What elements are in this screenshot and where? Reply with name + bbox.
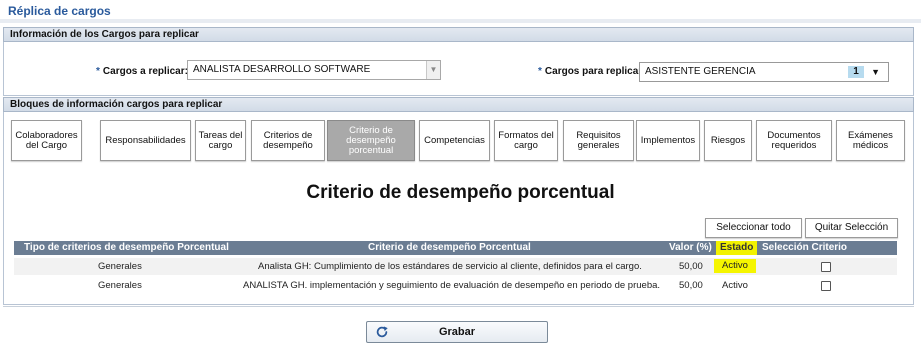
column-header-tipo: Tipo de criterios de desempeño Porcentua… [24, 242, 229, 253]
target-cargo-value: ASISTENTE GERENCIA [645, 66, 756, 77]
target-cargo-label: * Cargos para replicar: [538, 66, 646, 77]
content-heading: Criterio de desempeño porcentual [306, 182, 615, 203]
page-title: Réplica de cargos [8, 4, 111, 18]
required-mark: * [538, 66, 542, 77]
cell-valor: 50,00 [679, 261, 703, 272]
save-button-label: Grabar [438, 326, 476, 338]
select-all-button[interactable]: Seleccionar todo [705, 218, 802, 238]
info-section-header: Información de los Cargos para replicar [3, 27, 914, 42]
tab-criterio-porcentual[interactable]: Criterio de desempeño porcentual [327, 120, 415, 161]
refresh-icon [376, 326, 388, 338]
tab-documentos[interactable]: Documentos requeridos [756, 120, 832, 161]
cell-criterio: Analista GH: Cumplimiento de los estánda… [258, 261, 642, 272]
column-header-estado: Estado [716, 241, 758, 255]
dropdown-arrow-icon[interactable]: ▼ [426, 61, 440, 79]
cell-tipo: Generales [98, 280, 142, 291]
cell-tipo: Generales [98, 261, 142, 272]
tab-tareas[interactable]: Tareas del cargo [195, 120, 246, 161]
cell-estado: Activo [714, 259, 756, 273]
tab-riesgos[interactable]: Riesgos [704, 120, 752, 161]
tab-colaboradores[interactable]: Colaboradores del Cargo [11, 120, 82, 161]
table-header: Tipo de criterios de desempeño Porcentua… [14, 241, 897, 267]
row-select-checkbox[interactable] [821, 281, 831, 291]
section-divider [3, 306, 914, 307]
title-divider [0, 19, 921, 23]
source-cargo-value: ANALISTA DESARROLLO SOFTWARE [193, 64, 371, 75]
blocks-section-header: Bloques de información cargos para repli… [3, 97, 914, 112]
tab-examenes[interactable]: Exámenes médicos [836, 120, 905, 161]
cell-estado: Activo [722, 280, 748, 291]
chevron-down-icon[interactable]: ▼ [871, 63, 880, 81]
source-cargo-label: * Cargos a replicar: [96, 66, 188, 77]
column-header-criterio: Criterio de desempeño Porcentual [368, 242, 531, 253]
clear-selection-button[interactable]: Quitar Selección [805, 218, 898, 238]
cell-criterio: ANALISTA GH. implementación y seguimient… [243, 280, 661, 291]
source-cargo-select[interactable]: ANALISTA DESARROLLO SOFTWARE ▼ [187, 60, 441, 80]
tab-formatos[interactable]: Formatos del cargo [494, 120, 558, 161]
row-select-checkbox[interactable] [821, 262, 831, 272]
selection-count-badge: 1 [848, 66, 864, 78]
target-cargo-select[interactable]: ASISTENTE GERENCIA 1 ▼ [639, 62, 889, 82]
required-mark: * [96, 66, 100, 77]
tab-responsabilidades[interactable]: Responsabilidades [100, 120, 191, 161]
column-header-valor: Valor (%) [669, 242, 712, 253]
column-header-seleccion: Selección Criterio Porcentual [762, 242, 848, 267]
tab-implementos[interactable]: Implementos [636, 120, 700, 161]
save-button[interactable]: Grabar [366, 321, 548, 343]
cell-valor: 50,00 [679, 280, 703, 291]
tab-competencias[interactable]: Competencias [419, 120, 490, 161]
tab-requisitos[interactable]: Requisitos generales [563, 120, 634, 161]
tab-criterios-desempeno[interactable]: Criterios de desempeño [251, 120, 325, 161]
